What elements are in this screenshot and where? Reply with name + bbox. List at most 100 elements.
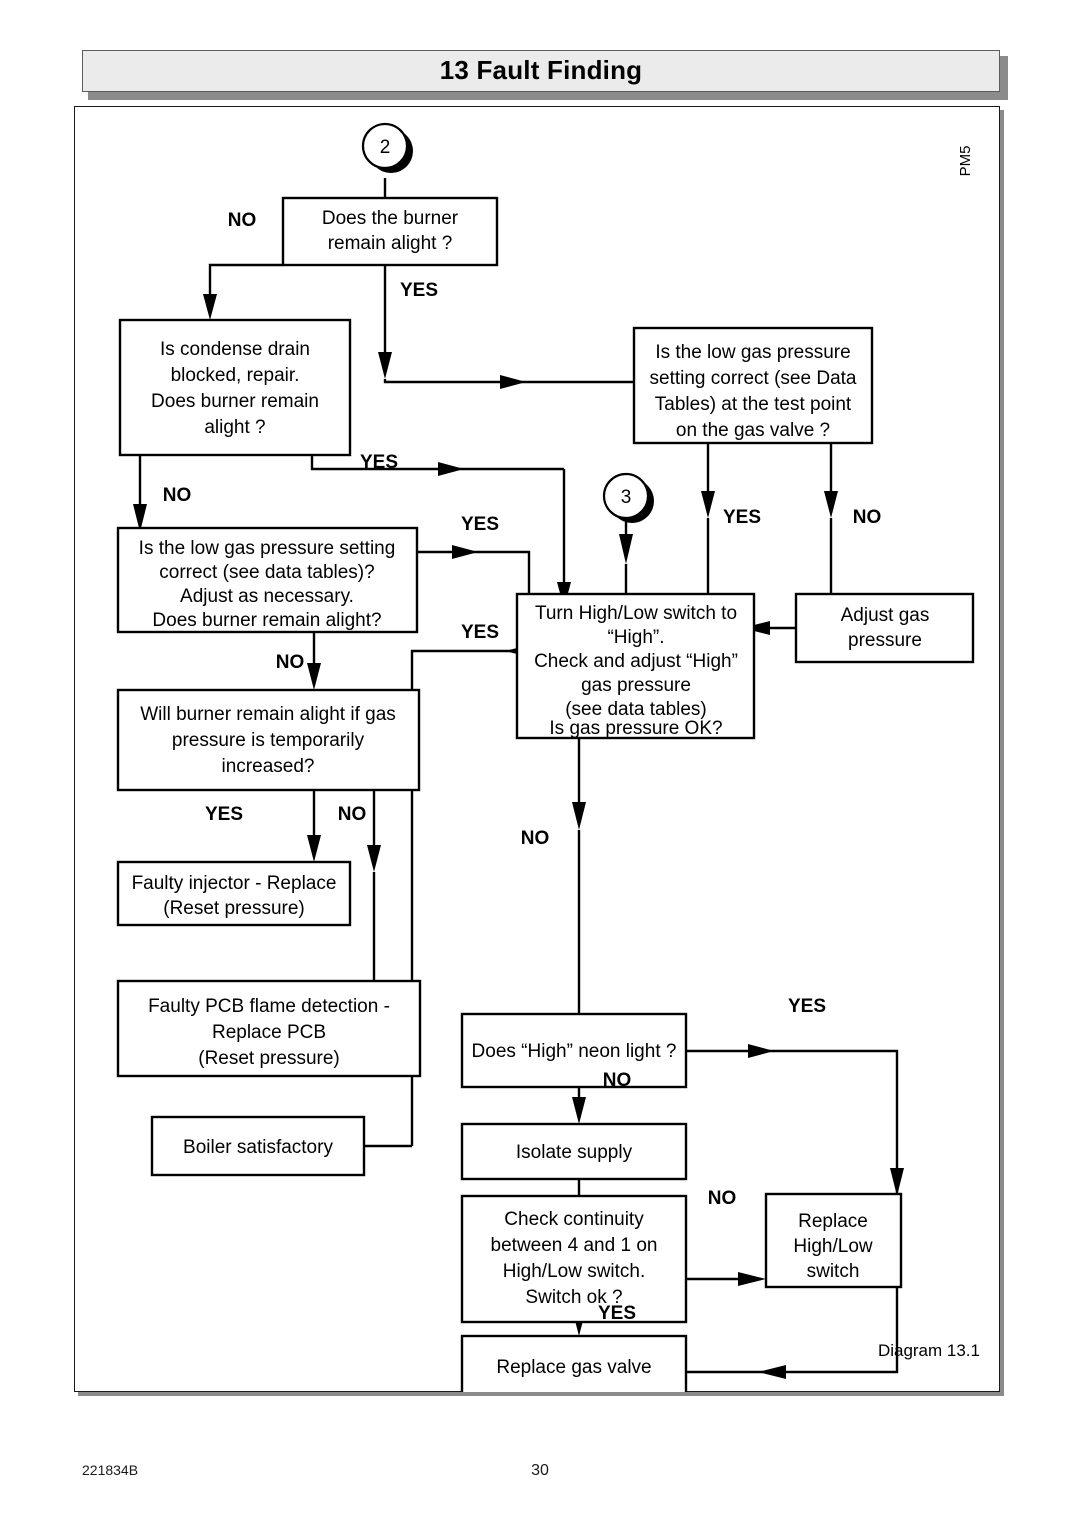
edge-label-yes-check-continuity: YES: [598, 1303, 636, 1324]
fault-finding-flowchart: Does the burner remain alight ? Is conde…: [116, 122, 980, 1392]
node-high-neon[interactable]: Does “High” neon light ?: [460, 1012, 688, 1089]
node-temp-increase-line-2: increased?: [222, 756, 315, 777]
edge-label-no-high-neon: NO: [603, 1070, 632, 1091]
node-high-neon-line-0: Does “High” neon light ?: [472, 1041, 677, 1062]
arrowhead-burner-no: [203, 294, 217, 320]
node-condense-drain-line-0: Is condense drain: [160, 339, 310, 360]
wire-lowgas-yes: [417, 550, 531, 594]
node-isolate-supply-line-0: Isolate supply: [516, 1142, 633, 1163]
node-faulty-pcb-line-0: Faulty PCB flame detection -: [148, 996, 390, 1017]
node-turn-high-low-line-1: “High”.: [607, 627, 664, 648]
node-faulty-pcb-line-2: (Reset pressure): [198, 1048, 340, 1069]
node-low-gas-setting-line-0: Is the low gas pressure setting: [139, 538, 396, 559]
node-low-gas-testpoint-line-1: setting correct (see Data: [650, 368, 857, 389]
node-condense-drain[interactable]: Is condense drain blocked, repair. Does …: [118, 318, 352, 457]
node-temp-increase-line-0: Will burner remain alight if gas: [140, 704, 396, 725]
node-turn-high-low-line-5: Is gas pressure OK?: [549, 718, 722, 739]
node-condense-drain-line-3: alight ?: [204, 417, 265, 438]
node-low-gas-setting-line-3: Does burner remain alight?: [152, 610, 381, 631]
node-adjust-gas-pressure[interactable]: Adjust gas pressure: [794, 592, 975, 664]
node-replace-gas-valve-line-0: Replace gas valve: [496, 1357, 651, 1378]
connector-3-label: 3: [621, 487, 632, 508]
node-low-gas-testpoint[interactable]: Is the low gas pressure setting correct …: [632, 326, 874, 445]
arrowhead-testpoint-no: [824, 491, 838, 518]
node-faulty-injector[interactable]: Faulty injector - Replace (Reset pressur…: [116, 860, 352, 927]
node-low-gas-testpoint-line-2: Tables) at the test point: [655, 394, 852, 415]
arrowhead-to-testpoint: [500, 375, 526, 389]
edge-label-yes-burner-alight: YES: [400, 280, 438, 301]
node-replace-gas-valve[interactable]: Replace gas valve: [460, 1334, 688, 1392]
node-check-continuity-line-0: Check continuity: [504, 1209, 644, 1230]
edge-label-yes-turn-high-low: YES: [461, 622, 499, 643]
arrowhead-lowgas-no: [307, 663, 321, 690]
node-faulty-pcb[interactable]: Faulty PCB flame detection - Replace PCB…: [116, 979, 422, 1078]
node-burner-alight-line-1: remain alight ?: [328, 233, 453, 254]
node-replace-switch-line-1: High/Low: [793, 1236, 872, 1257]
node-faulty-pcb-line-1: Replace PCB: [212, 1022, 326, 1043]
arrowhead-temp-no: [367, 845, 381, 872]
node-low-gas-setting-line-2: Adjust as necessary.: [180, 586, 354, 607]
node-boiler-satisfactory[interactable]: Boiler satisfactory: [150, 1115, 366, 1177]
node-replace-switch-line-0: Replace: [798, 1211, 868, 1232]
arrowhead-conn3: [619, 534, 633, 564]
arrowhead-continuity-no: [738, 1272, 766, 1286]
node-burner-alight-line-0: Does the burner: [322, 208, 459, 229]
node-low-gas-testpoint-line-3: on the gas valve ?: [676, 420, 830, 441]
node-check-continuity[interactable]: Check continuity between 4 and 1 on High…: [460, 1194, 688, 1324]
node-turn-high-low-line-3: gas pressure: [581, 675, 691, 696]
edge-label-no-check-continuity: NO: [708, 1188, 737, 1209]
edge-label-no-temp-increase: NO: [338, 804, 367, 825]
node-replace-switch[interactable]: Replace High/Low switch: [764, 1192, 903, 1289]
edge-label-yes-temp-increase: YES: [205, 804, 243, 825]
sheet-ref-label: PM5: [957, 146, 974, 177]
edge-label-no-turn-high-low: NO: [521, 828, 550, 849]
page-root: 13 Fault Finding Does the burner remain …: [0, 0, 1080, 1528]
footer-page-number: 30: [531, 1462, 549, 1479]
arrowhead-neon-yes-down: [890, 1168, 904, 1196]
arrowhead-turn-no: [572, 802, 586, 830]
node-condense-drain-line-2: Does burner remain: [151, 391, 319, 412]
arrowhead-neon-yes: [748, 1044, 774, 1058]
edge-label-no-condense-drain: NO: [163, 485, 192, 506]
connector-2-label: 2: [380, 137, 391, 158]
node-temp-increase-line-1: pressure is temporarily: [172, 730, 365, 751]
arrowhead-testpoint-yes: [701, 491, 715, 518]
edge-label-no-burner-alight: NO: [228, 210, 257, 231]
node-replace-switch-line-2: switch: [807, 1261, 860, 1282]
page-header: 13 Fault Finding: [82, 50, 1008, 100]
arrowhead-condense-yes: [438, 462, 464, 476]
node-turn-high-low-line-0: Turn High/Low switch to: [535, 603, 737, 624]
node-low-gas-setting[interactable]: Is the low gas pressure setting correct …: [116, 526, 419, 634]
connector-3[interactable]: 3: [602, 472, 654, 523]
edge-label-yes-testpoint: YES: [723, 507, 761, 528]
node-faulty-injector-line-1: (Reset pressure): [163, 898, 305, 919]
connector-2[interactable]: 2: [361, 122, 413, 173]
node-turn-high-low-line-2: Check and adjust “High”: [534, 651, 738, 672]
node-temp-increase[interactable]: Will burner remain alight if gas pressur…: [116, 688, 421, 792]
edge-label-yes-high-neon: YES: [788, 996, 826, 1017]
edge-label-yes-low-gas-setting: YES: [461, 514, 499, 535]
arrowhead-lowgas-yes: [452, 545, 478, 559]
node-faulty-injector-line-0: Faulty injector - Replace: [132, 873, 337, 894]
edge-label-no-low-gas-setting: NO: [276, 652, 305, 673]
edge-label-yes-condense-drain: YES: [360, 452, 398, 473]
node-condense-drain-line-1: blocked, repair.: [171, 365, 300, 386]
node-turn-high-low-line-4: (see data tables): [565, 699, 707, 720]
node-adjust-gas-pressure-line-1: pressure: [848, 630, 922, 651]
arrowhead-temp-yes: [307, 835, 321, 862]
arrowhead-neon-yes-left: [758, 1365, 786, 1379]
node-adjust-gas-pressure-line-0: Adjust gas: [841, 605, 930, 626]
wire-burner-no: [208, 263, 283, 308]
node-isolate-supply[interactable]: Isolate supply: [460, 1122, 688, 1181]
arrowhead-burner-yes: [378, 352, 392, 379]
edge-label-no-testpoint: NO: [853, 507, 882, 528]
node-check-continuity-line-1: between 4 and 1 on: [491, 1235, 658, 1256]
node-burner-alight[interactable]: Does the burner remain alight ?: [281, 196, 499, 267]
page-title: 13 Fault Finding: [439, 55, 643, 85]
arrowhead-neon-no: [572, 1097, 586, 1124]
node-low-gas-setting-line-1: correct (see data tables)?: [159, 562, 374, 583]
node-check-continuity-line-2: High/Low switch.: [503, 1261, 646, 1282]
node-low-gas-testpoint-line-0: Is the low gas pressure: [655, 342, 850, 363]
node-turn-high-low[interactable]: Turn High/Low switch to “High”. Check an…: [515, 592, 756, 740]
node-boiler-satisfactory-line-0: Boiler satisfactory: [183, 1137, 333, 1158]
